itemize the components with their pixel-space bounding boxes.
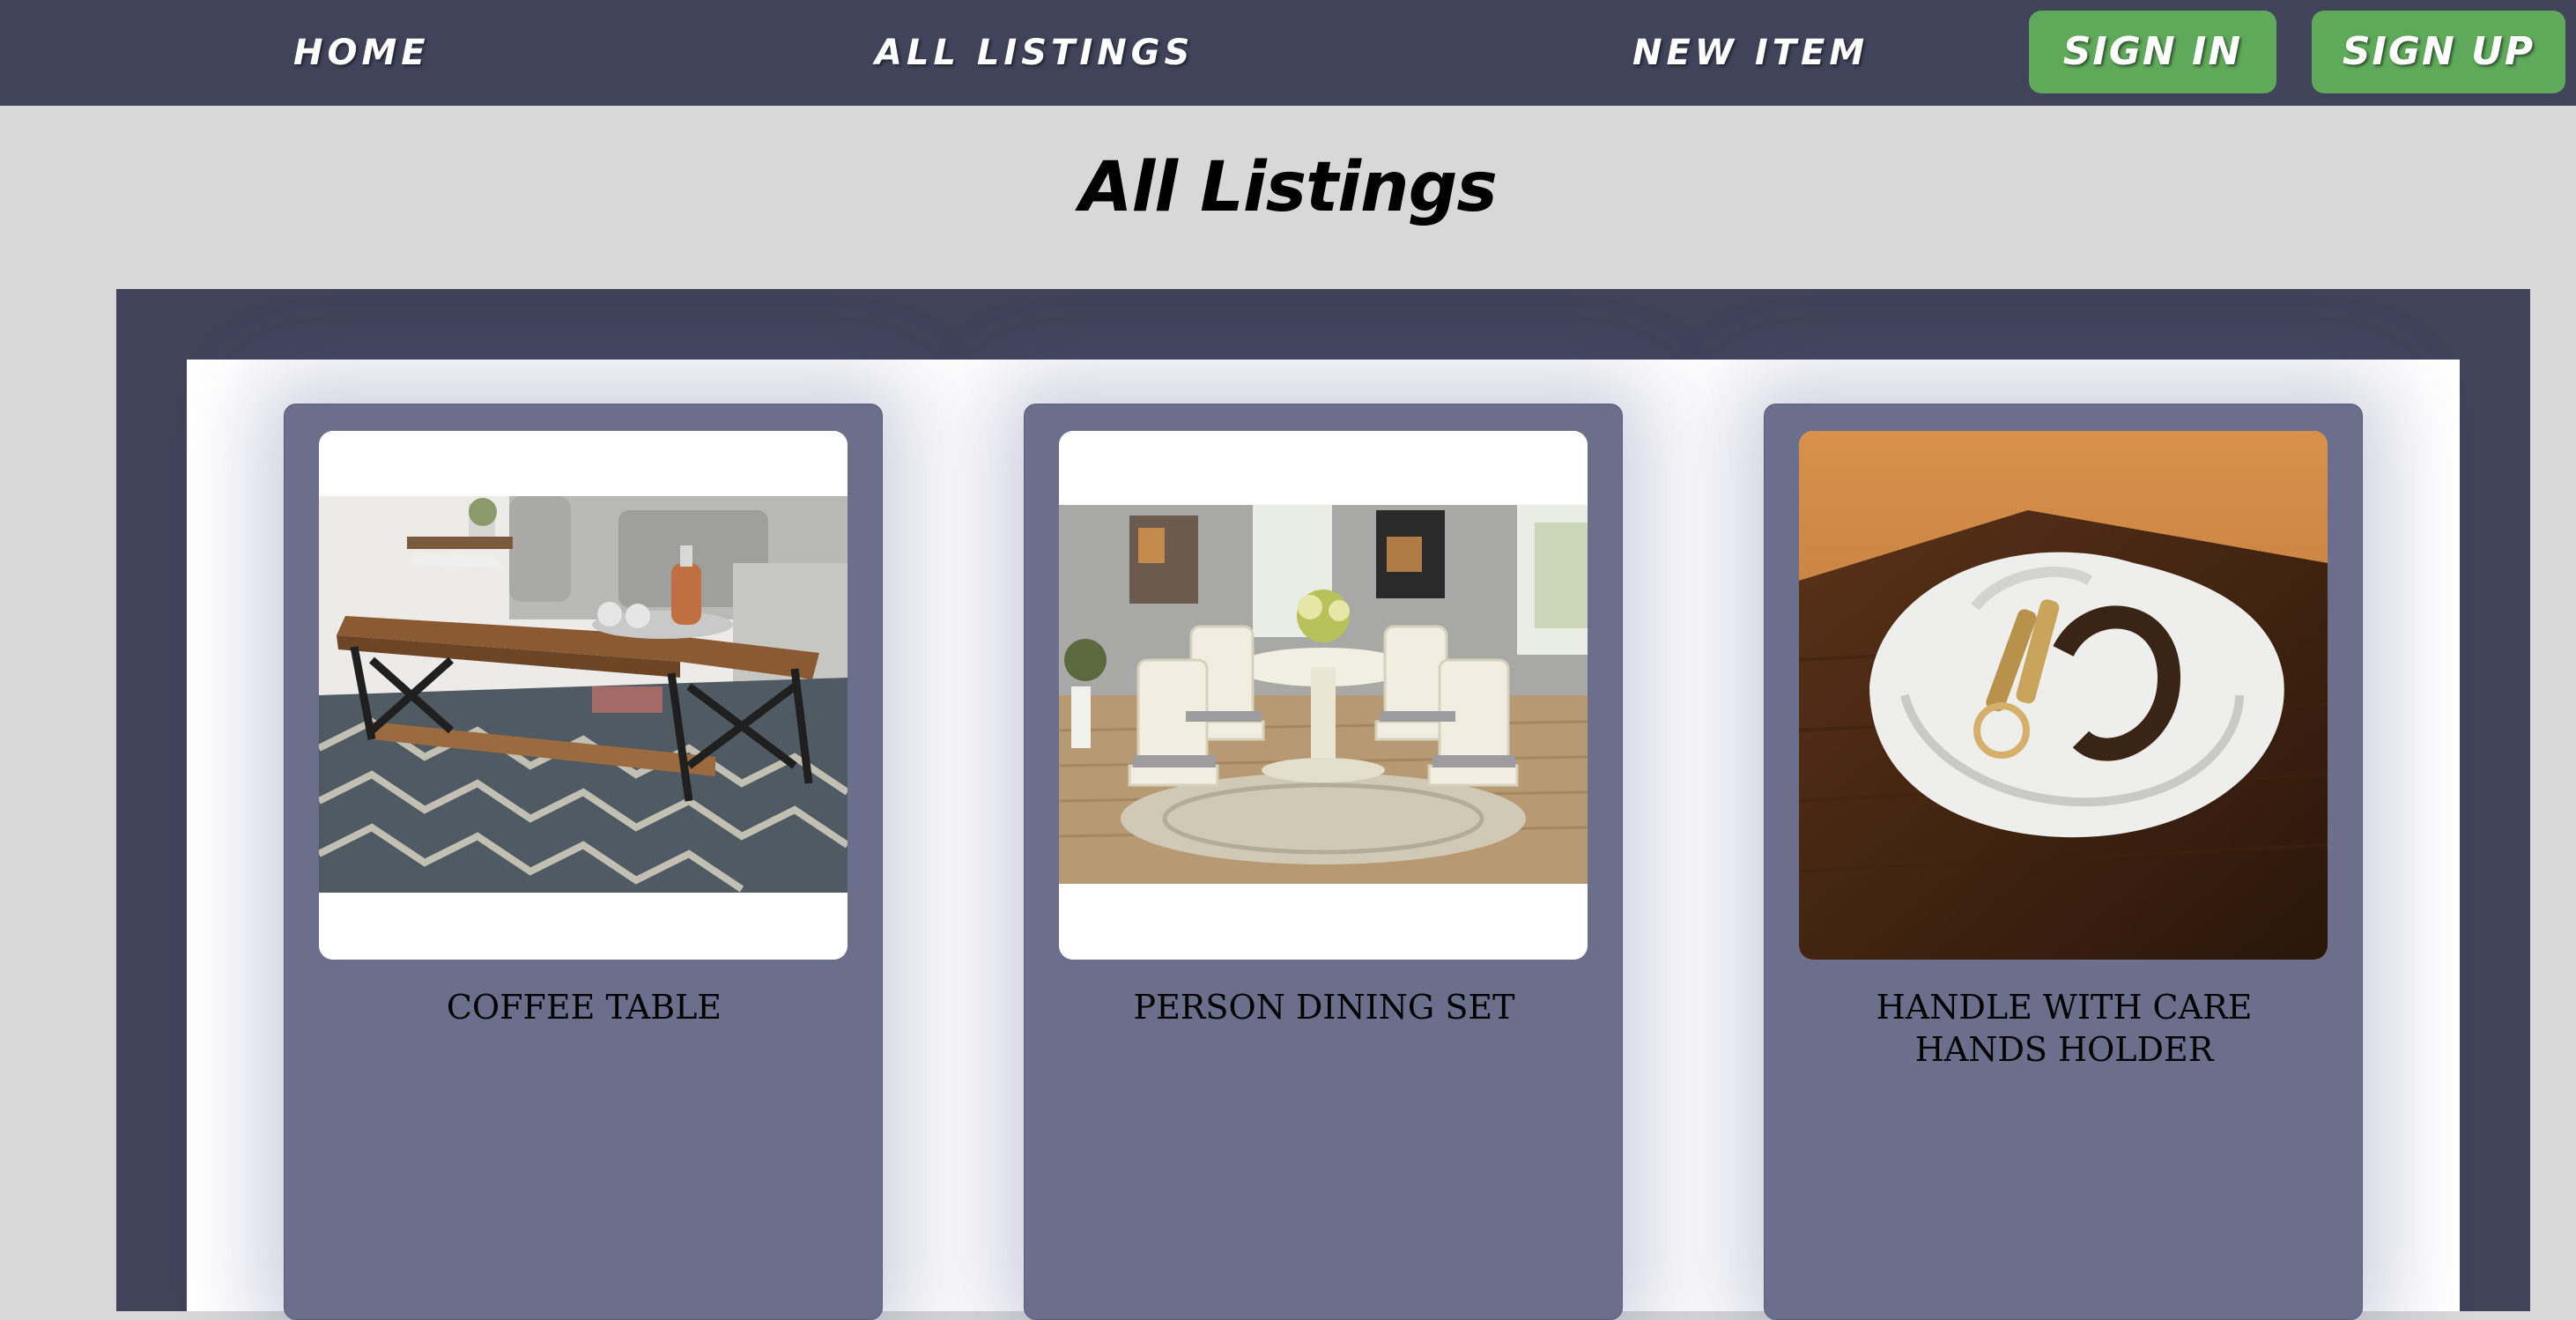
- listing-title-line: HANDLE WITH CARE: [1876, 988, 2253, 1027]
- hands-holder-image[interactable]: [1799, 431, 2328, 960]
- dining-set-image[interactable]: [1059, 431, 1588, 960]
- listing-card[interactable]: COFFEE TABLE: [284, 404, 883, 1320]
- listing-title-line: HANDS HOLDER: [1914, 1030, 2214, 1069]
- listing-card[interactable]: PERSON DINING SET: [1024, 404, 1623, 1320]
- nav-all-listings-link[interactable]: ALL LISTINGS: [875, 26, 1194, 79]
- page-title: All Listings: [1079, 148, 1498, 227]
- nav-home-link[interactable]: HOME: [293, 26, 430, 79]
- listing-title: HANDLE WITH CARE HANDS HOLDER: [1782, 986, 2346, 1071]
- listing-title-line: COFFEE TABLE: [446, 988, 722, 1027]
- nav-new-item-link[interactable]: NEW ITEM: [1632, 26, 1869, 79]
- sign-up-button[interactable]: SIGN UP: [2312, 11, 2565, 93]
- listing-title: PERSON DINING SET: [1042, 986, 1606, 1028]
- listing-title: COFFEE TABLE: [302, 986, 866, 1028]
- coffee-table-image[interactable]: [319, 431, 848, 960]
- sign-in-button[interactable]: SIGN IN: [2029, 11, 2276, 93]
- listing-title-line: PERSON DINING SET: [1133, 988, 1515, 1027]
- listing-card[interactable]: HANDLE WITH CARE HANDS HOLDER: [1764, 404, 2363, 1320]
- top-navbar: HOME ALL LISTINGS NEW ITEM SIGN IN SIGN …: [0, 0, 2576, 106]
